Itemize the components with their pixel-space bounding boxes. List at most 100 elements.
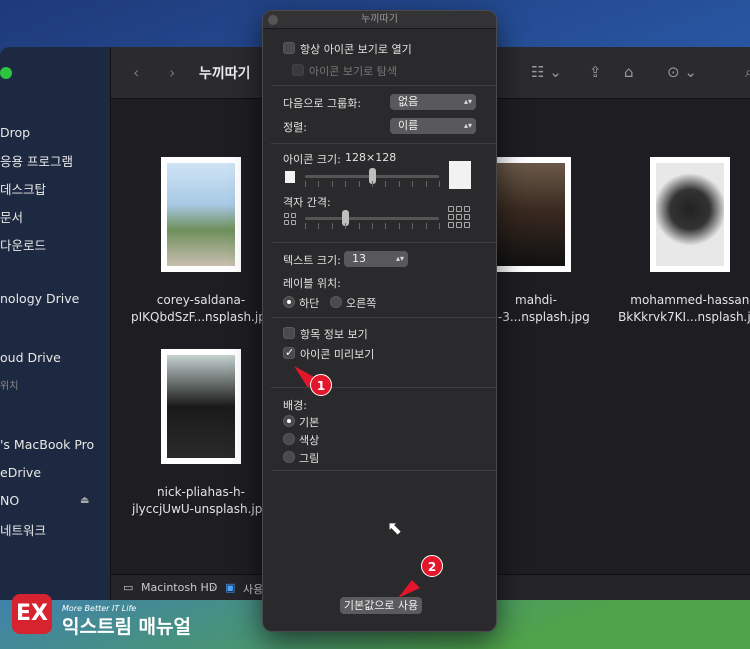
close-button[interactable] [268, 15, 278, 25]
large-grid-icon [448, 206, 470, 228]
text-size-select[interactable]: 13 ▴▾ [344, 251, 408, 267]
slider-tick [399, 181, 400, 187]
divider [271, 85, 496, 86]
always-open-checkbox[interactable] [283, 42, 295, 54]
slider-tick [345, 181, 346, 187]
view-options-panel: 누끼따기 항상 아이콘 보기로 열기 아이콘 보기로 탐색 다음으로 그룹화: … [262, 10, 497, 632]
folder-icon: ▣ [225, 581, 236, 594]
divider [271, 242, 496, 243]
icon-preview-checkbox[interactable] [283, 346, 295, 359]
sidebar-item-icloud-drive[interactable]: oud Drive [0, 350, 61, 365]
slider-tick [399, 223, 400, 229]
bg-default-label: 기본 [299, 416, 320, 429]
file-thumbnail[interactable] [650, 157, 730, 272]
back-button[interactable]: ‹ [133, 63, 139, 82]
always-open-label: 항상 아이콘 보기로 열기 [300, 43, 412, 56]
slider-tick [332, 223, 333, 229]
sidebar-item-onedrive[interactable]: eDrive [0, 465, 41, 480]
label-right-label: 오른쪽 [346, 297, 377, 310]
slider-tick [318, 181, 319, 187]
group-select[interactable]: 없음 ▴▾ [390, 94, 476, 110]
icon-size-label: 아이콘 크기: [283, 153, 341, 166]
panel-titlebar: 누끼따기 [263, 11, 496, 29]
step-badge-2: 2 [421, 555, 443, 577]
slider-tick [439, 223, 440, 229]
eject-icon[interactable]: ⏏ [80, 495, 89, 506]
sidebar-item-synology-drive[interactable]: nology Drive [0, 291, 79, 306]
bg-picture-label: 그림 [299, 452, 320, 465]
bg-color-label: 색상 [299, 434, 320, 447]
sidebar-item-applications[interactable]: 응용 프로그램 [0, 151, 73, 170]
tag-icon[interactable]: ⌂ [624, 63, 634, 81]
brand-logo: EX [12, 594, 52, 634]
slider-tick [305, 223, 306, 229]
path-folder[interactable]: 사용 [243, 581, 263, 597]
window-title: 누끼따기 [199, 66, 251, 82]
sidebar-section-locations: 위치 [0, 381, 19, 392]
browse-label: 아이콘 보기로 탐색 [309, 65, 397, 78]
sidebar-item-airdrop[interactable]: Drop [0, 125, 30, 140]
share-icon[interactable]: ⇪ [589, 63, 602, 81]
show-info-checkbox[interactable] [283, 327, 295, 339]
more-icon[interactable]: ⊙ ⌄ [667, 63, 697, 81]
slider-tick [305, 181, 306, 187]
chevron-right-icon: › [211, 581, 216, 594]
sidebar-item-documents[interactable]: 문서 [0, 207, 23, 226]
label-right-radio[interactable] [330, 296, 342, 308]
file-name[interactable]: mohammed-hassan-BkKkrvk7KI...nsplash.jpg [617, 292, 750, 326]
small-document-icon [285, 171, 295, 183]
mouse-cursor-icon: ⬉ [387, 518, 403, 539]
bg-color-radio[interactable] [283, 433, 295, 445]
sort-label: 정렬: [283, 121, 307, 134]
divider [271, 470, 496, 471]
divider [271, 387, 496, 388]
sidebar-item-volume[interactable]: NO [0, 493, 19, 508]
slider-tick [426, 181, 427, 187]
zoom-button[interactable] [0, 67, 12, 79]
sort-select[interactable]: 이름 ▴▾ [390, 118, 476, 134]
path-disk[interactable]: Macintosh HD [141, 581, 217, 594]
chevron-updown-icon: ▴▾ [463, 97, 472, 106]
sidebar-item-macbook[interactable]: 's MacBook Pro [0, 437, 94, 452]
forward-button[interactable]: › [169, 63, 175, 82]
bg-picture-radio[interactable] [283, 451, 295, 463]
label-bottom-radio[interactable] [283, 296, 295, 308]
icon-preview-label: 아이콘 미리보기 [300, 348, 375, 361]
bg-default-radio[interactable] [283, 415, 295, 427]
search-icon[interactable]: ⌕ [745, 63, 750, 81]
slider-tick [412, 223, 413, 229]
file-thumbnail[interactable] [161, 349, 241, 464]
grid-spacing-slider[interactable] [305, 217, 439, 220]
sidebar-item-downloads[interactable]: 다운로드 [0, 235, 46, 254]
show-info-label: 항목 정보 보기 [300, 328, 368, 341]
file-name[interactable]: nick-pliahas-h-jlyccjUwU-unsplash.jpg [131, 484, 271, 518]
group-label: 다음으로 그룹화: [283, 97, 362, 110]
grid-spacing-label: 격자 간격: [283, 196, 331, 209]
grid-view-icon[interactable]: ☷ ⌄ [531, 63, 562, 81]
disk-icon: ▭ [123, 581, 134, 594]
background-label: 배경: [283, 399, 307, 412]
large-document-icon [449, 161, 471, 189]
sidebar-item-network[interactable]: 네트워크 [0, 520, 46, 539]
slider-tick [359, 181, 360, 187]
divider [271, 143, 496, 144]
slider-tick [332, 181, 333, 187]
file-thumbnail[interactable] [491, 157, 571, 272]
slider-tick [345, 223, 346, 229]
file-thumbnail[interactable] [161, 157, 241, 272]
slider-tick [412, 181, 413, 187]
text-size-label: 텍스트 크기: [283, 254, 341, 267]
slider-tick [426, 223, 427, 229]
slider-tick [385, 181, 386, 187]
use-as-default-button[interactable]: 기본값으로 사용 [340, 597, 422, 614]
brand-name: 익스트림 매뉴얼 [62, 616, 191, 638]
small-grid-icon [284, 213, 296, 225]
file-name[interactable]: corey-saldana-pIKQbdSzF...nsplash.jpg [131, 292, 273, 326]
sidebar-item-desktop[interactable]: 데스크탑 [0, 179, 46, 198]
slider-tick [318, 223, 319, 229]
panel-title: 누끼따기 [361, 14, 398, 25]
label-position-label: 레이블 위치: [283, 277, 341, 290]
chevron-updown-icon: ▴▾ [463, 121, 472, 130]
sidebar: Drop 응용 프로그램 데스크탑 문서 다운로드 nology Drive o… [0, 47, 111, 600]
slider-tick [372, 223, 373, 229]
